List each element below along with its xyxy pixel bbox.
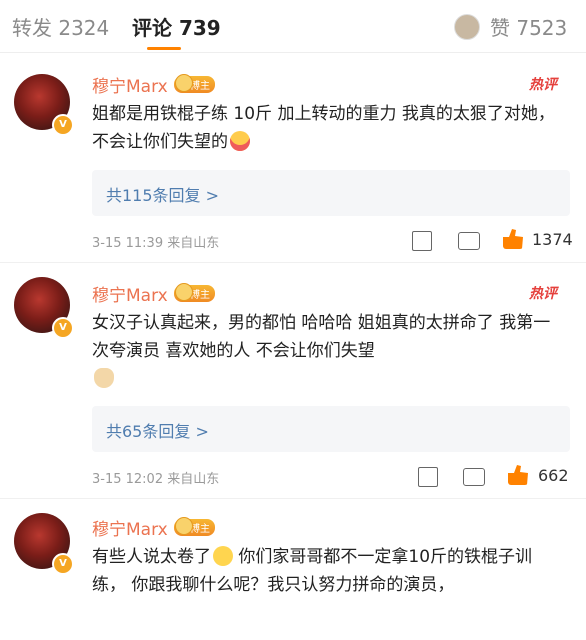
comment-item: V 穆宁Marx 博主 热评 女汉子认真起来，男的都怕 哈哈哈 姐姐真的太拼命了… xyxy=(0,263,586,498)
replies-link[interactable]: 共65条回复 > xyxy=(92,406,570,452)
share-icon[interactable] xyxy=(418,467,438,487)
host-badge-label: 博主 xyxy=(190,524,210,535)
thumbs-up-icon[interactable] xyxy=(503,229,523,249)
host-badge-label: 博主 xyxy=(190,290,210,301)
tab-likes[interactable]: 赞 7523 xyxy=(490,12,567,41)
hot-comment-tag: 热评 xyxy=(529,77,557,93)
host-face-icon xyxy=(175,517,193,535)
active-tab-indicator xyxy=(147,47,181,50)
tab-comments[interactable]: 评论 739 xyxy=(132,12,221,41)
comment-text-part1: 有些人说太卷了 xyxy=(92,547,211,567)
blush-emoji-icon xyxy=(230,131,250,151)
replies-count: 共115条回复 > xyxy=(106,186,220,205)
host-badge: 博主 xyxy=(174,74,215,93)
username[interactable]: 穆宁Marx xyxy=(92,515,168,540)
hot-comment-tag: 热评 xyxy=(529,286,557,302)
comment-text-body: 女汉子认真起来，男的都怕 哈哈哈 姐姐真的太拼命了 我第一次夸演员 喜欢她的人 … xyxy=(92,313,551,361)
host-face-icon xyxy=(175,74,193,92)
like-count: 1374 xyxy=(532,230,573,249)
username[interactable]: 穆宁Marx xyxy=(92,72,168,97)
host-face-icon xyxy=(175,283,193,301)
liker-avatar xyxy=(454,14,480,40)
praying-hands-emoji-icon xyxy=(94,368,114,388)
comment-text-body: 姐都是用铁棍子练 10斤 加上转动的重力 我真的太狠了对她，不会让你们失望的 xyxy=(92,104,555,152)
comment-item: V 穆宁Marx 博主 热评 姐都是用铁棍子练 10斤 加上转动的重力 我真的太… xyxy=(0,52,586,262)
comment-meta: 3-15 11:39 来自山东 xyxy=(92,236,220,251)
comment-text: 姐都是用铁棍子练 10斤 加上转动的重力 我真的太狠了对她，不会让你们失望的 xyxy=(92,100,562,156)
comment-item: V 穆宁Marx 博主 有些人说太卷了 你们家哥哥都不一定拿10斤的铁棍子训练，… xyxy=(0,499,586,640)
replies-count: 共65条回复 > xyxy=(106,422,209,441)
comment-text: 女汉子认真起来，男的都怕 哈哈哈 姐姐真的太拼命了 我第一次夸演员 喜欢她的人 … xyxy=(92,309,562,393)
comment-meta: 3-15 12:02 来自山东 xyxy=(92,472,220,487)
replies-link[interactable]: 共115条回复 > xyxy=(92,170,570,216)
like-count: 662 xyxy=(538,466,569,485)
verified-icon: V xyxy=(52,553,74,575)
grin-emoji-icon xyxy=(213,546,233,566)
comment-icon[interactable] xyxy=(463,468,485,486)
comment-icon[interactable] xyxy=(458,232,480,250)
comment-tabs: 转发 2324 评论 739 赞 7523 xyxy=(0,0,586,53)
comment-text: 有些人说太卷了 你们家哥哥都不一定拿10斤的铁棍子训练， 你跟我聊什么呢？我只认… xyxy=(92,543,562,599)
host-badge: 博主 xyxy=(174,283,215,302)
verified-icon: V xyxy=(52,317,74,339)
tab-repost[interactable]: 转发 2324 xyxy=(12,12,109,41)
thumbs-up-icon[interactable] xyxy=(508,465,528,485)
host-badge-label: 博主 xyxy=(190,81,210,92)
username[interactable]: 穆宁Marx xyxy=(92,281,168,306)
host-badge: 博主 xyxy=(174,517,215,536)
share-icon[interactable] xyxy=(412,231,432,251)
verified-icon: V xyxy=(52,114,74,136)
